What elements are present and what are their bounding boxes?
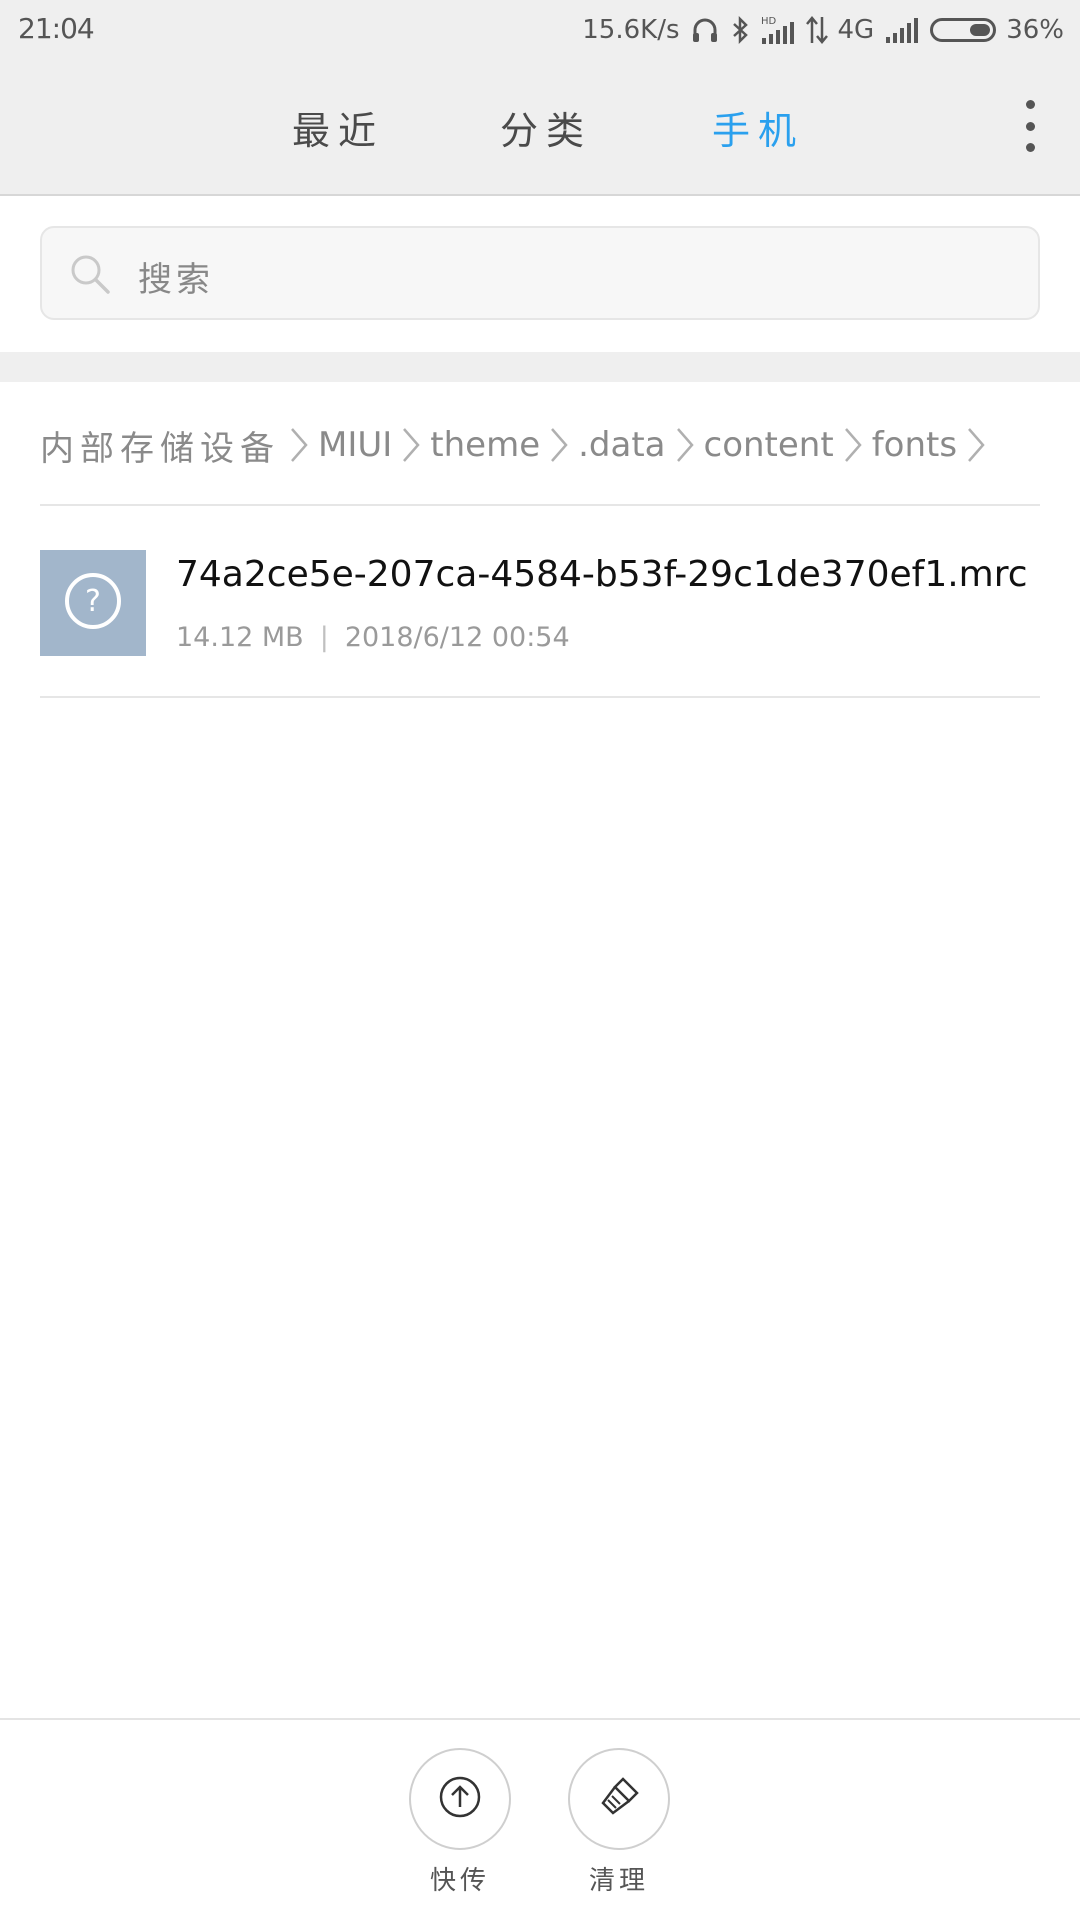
breadcrumb-item-internal-storage[interactable]: 内部存储设备 (40, 421, 280, 470)
battery-percent: 36% (1006, 15, 1064, 45)
tab-recent[interactable]: 最近 (292, 100, 384, 155)
status-icons: 15.6K/s HD 4G 36% (582, 10, 1064, 50)
bluetooth-icon (730, 15, 750, 45)
status-bar: 21:04 15.6K/s HD 4G 36% (0, 0, 1080, 60)
breadcrumb-item-theme[interactable]: theme (430, 425, 540, 465)
file-thumbnail: ? (40, 550, 146, 656)
search-placeholder: 搜索 (138, 260, 214, 300)
status-time: 21:04 (18, 12, 95, 45)
bottom-toolbar: 快传 清理 (0, 1718, 1080, 1922)
network-type: 4G (837, 15, 875, 45)
chevron-right-icon (838, 425, 868, 465)
chevron-right-icon (544, 425, 574, 465)
quick-share-label: 快传 (429, 1866, 490, 1896)
chevron-right-icon (670, 425, 700, 465)
headset-icon (690, 15, 720, 45)
breadcrumb-item-miui[interactable]: MIUI (318, 425, 392, 465)
breadcrumb-item-content[interactable]: content (704, 425, 834, 465)
chevron-right-icon (284, 425, 314, 465)
search-section: 搜索 (0, 196, 1080, 352)
chevron-right-icon (396, 425, 426, 465)
hd-signal-icon: HD (760, 14, 796, 46)
more-dot-icon (1025, 143, 1035, 152)
tab-category[interactable]: 分类 (500, 100, 592, 155)
file-size: 14.12 MB (176, 622, 304, 653)
more-options-button[interactable] (1018, 100, 1042, 152)
breadcrumb-item-data[interactable]: .data (578, 425, 665, 465)
svg-text:?: ? (85, 584, 101, 619)
unknown-file-icon: ? (63, 571, 123, 635)
list-divider (40, 696, 1040, 698)
meta-separator: | (319, 622, 329, 653)
tab-phone[interactable]: 手机 (712, 100, 804, 155)
breadcrumb-item-fonts[interactable]: fonts (872, 425, 957, 465)
section-divider (0, 352, 1080, 382)
clean-button[interactable]: 清理 (566, 1748, 672, 1897)
search-icon (68, 252, 112, 300)
quick-share-button[interactable]: 快传 (407, 1748, 513, 1897)
more-dot-icon (1025, 100, 1035, 109)
upload-icon (438, 1775, 482, 1823)
battery-icon (930, 18, 997, 42)
breadcrumb-divider (40, 504, 1040, 506)
file-meta: 14.12 MB | 2018/6/12 00:54 (176, 622, 570, 653)
data-arrows-icon (805, 15, 828, 45)
breadcrumb: 内部存储设备 MIUI theme .data content fonts (40, 418, 995, 472)
cell-signal-icon (884, 15, 920, 45)
file-date: 2018/6/12 00:54 (344, 622, 570, 653)
hd-badge: HD (761, 16, 777, 27)
clean-circle (568, 1748, 670, 1850)
file-name: 74a2ce5e-207ca-4584-b53f-29c1de370ef1.mr… (176, 554, 1028, 595)
brush-icon (595, 1773, 643, 1825)
search-input[interactable]: 搜索 (40, 226, 1040, 320)
chevron-right-icon (961, 425, 991, 465)
list-item[interactable]: ? 74a2ce5e-207ca-4584-b53f-29c1de370ef1.… (40, 550, 1040, 696)
net-speed: 15.6K/s (582, 15, 680, 45)
top-nav: 最近 分类 手机 (0, 60, 1080, 196)
clean-label: 清理 (588, 1866, 649, 1896)
more-dot-icon (1025, 121, 1035, 131)
quick-share-circle (409, 1748, 511, 1850)
